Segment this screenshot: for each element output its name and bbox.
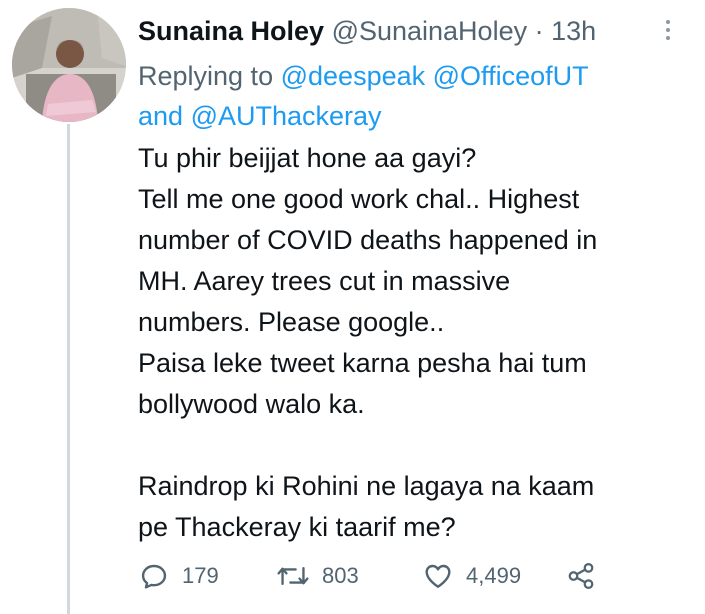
tweet-text-line: Tell me one good work chal.. Highest [138, 184, 580, 214]
tweet-text-line: Tu phir beijjat hone aa gayi? [138, 143, 477, 173]
share-icon [568, 563, 594, 589]
retweet-button[interactable]: 803 [276, 556, 359, 596]
tweet-text-line: Paisa leke tweet karna pesha hai tum [138, 348, 587, 378]
retweet-count: 803 [322, 563, 359, 588]
reply-icon [141, 564, 167, 589]
more-options-icon[interactable] [665, 20, 671, 44]
heart-icon [425, 564, 451, 588]
tweet-text-line: pe Thackeray ki taarif me? [138, 512, 456, 542]
tweet-timestamp[interactable]: 13h [551, 16, 596, 46]
like-count: 4,499 [466, 563, 522, 588]
tweet-text-line: numbers. Please google.. [138, 307, 445, 337]
meta-separator: · [534, 16, 544, 46]
reply-count: 179 [182, 563, 219, 588]
tweet-text-line: Raindrop ki Rohini ne lagaya na kaam [138, 471, 595, 501]
tweet-text-line [138, 425, 688, 466]
like-button[interactable]: 4,499 [422, 556, 521, 596]
mention-joiner: and [138, 101, 184, 131]
author-handle[interactable]: @SunainaHoley [332, 16, 528, 46]
replying-to-line: Replying to @deespeak @OfficeofUT and @A… [138, 56, 678, 136]
tweet-text-line: bollywood walo ka. [138, 389, 365, 419]
retweet-icon [277, 566, 309, 586]
mention-link[interactable]: @AUThackeray [191, 101, 382, 131]
tweet-text-line: number of COVID deaths happened in [138, 225, 598, 255]
tweet-header: Sunaina Holey @SunainaHoley · 13h [138, 14, 675, 48]
share-button[interactable] [566, 556, 596, 596]
author-display-name[interactable]: Sunaina Holey [138, 16, 324, 46]
tweet-actions: 179 803 4,499 [138, 556, 618, 596]
avatar[interactable] [12, 8, 126, 122]
tweet-text-line: MH. Aarey trees cut in massive [138, 266, 511, 296]
reply-button[interactable]: 179 [138, 556, 219, 596]
mention-link[interactable]: @deespeak [281, 61, 426, 91]
avatar-photo [12, 8, 126, 122]
tweet-body: Tu phir beijjat hone aa gayi? Tell me on… [138, 138, 688, 548]
mention-link[interactable]: @OfficeofUT [433, 61, 589, 91]
thread-connector-line [67, 124, 70, 614]
replying-to-label: Replying to [138, 61, 274, 91]
